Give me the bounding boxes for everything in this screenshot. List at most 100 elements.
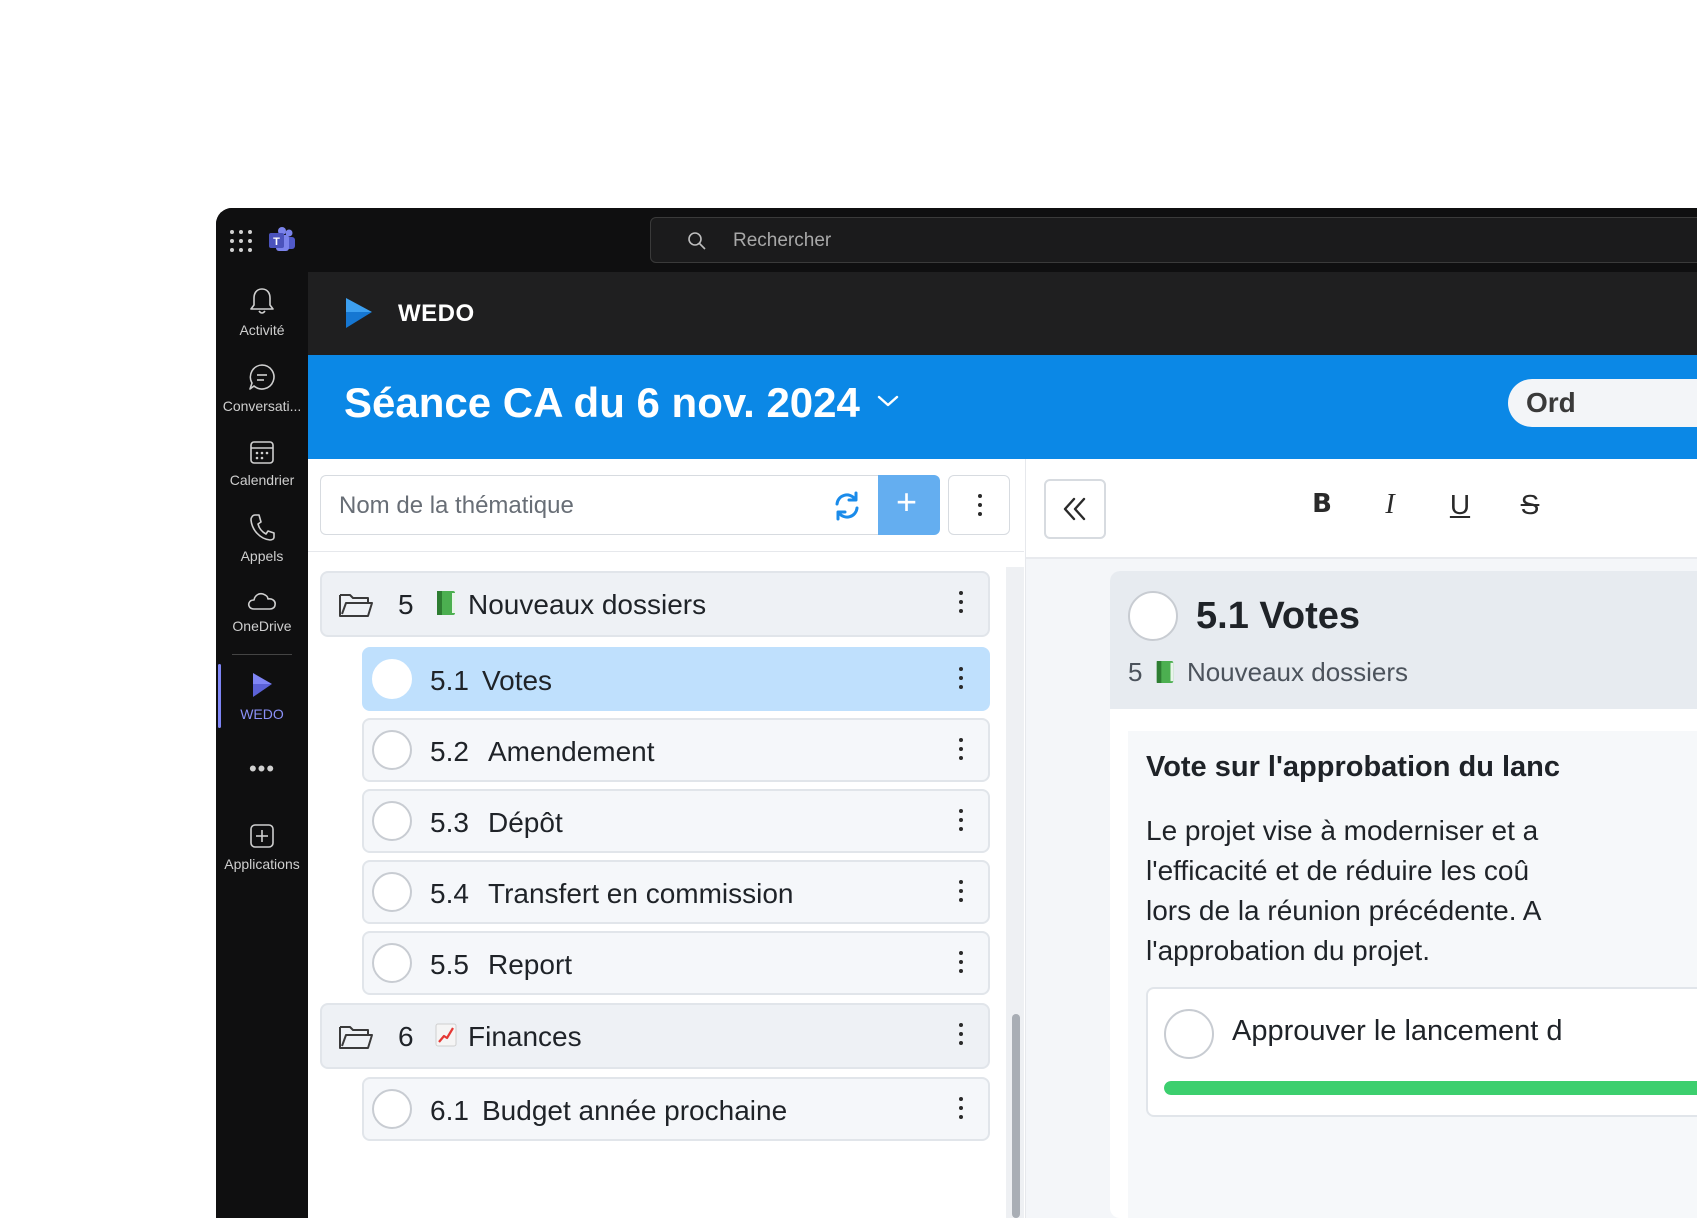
- detail-panel: B I U S 5.1 Votes 5 Nouveaux dossiers Vo…: [1026, 459, 1697, 1218]
- search-icon: [688, 232, 706, 250]
- topic-check-circle[interactable]: [372, 730, 412, 770]
- vote-option-radio[interactable]: [1164, 1009, 1214, 1059]
- chat-icon: [249, 364, 275, 390]
- topic-filter-placeholder: Nom de la thématique: [339, 492, 574, 519]
- topic-detail-parent[interactable]: 5 Nouveaux dossiers: [1128, 657, 1408, 688]
- meeting-banner: Séance CA du 6 nov. 2024 Ord: [308, 355, 1697, 459]
- parent-number: 5: [1128, 657, 1143, 687]
- italic-button[interactable]: I: [1370, 489, 1410, 521]
- rail-item-calendar[interactable]: Calendrier: [216, 438, 308, 488]
- rail-label-calendar: Calendrier: [229, 472, 295, 488]
- editor-toolbar: B I U S: [1026, 459, 1697, 559]
- topic-item-5-2[interactable]: 5.2 Amendement: [362, 718, 990, 782]
- kebab-icon[interactable]: [956, 667, 966, 693]
- chevron-down-icon[interactable]: [876, 393, 900, 409]
- vote-description-line: lors de la réunion précédente. A: [1146, 895, 1542, 926]
- topic-item-5-1[interactable]: 5.1 Votes: [362, 647, 990, 711]
- vote-option-label: Approuver le lancement d: [1232, 1015, 1563, 1047]
- underline-button[interactable]: U: [1440, 489, 1480, 521]
- folder-open-icon: [339, 594, 373, 617]
- topic-group-6[interactable]: 6 Finances: [320, 1003, 990, 1069]
- kebab-icon[interactable]: [956, 880, 966, 906]
- collapse-panel-button[interactable]: [1044, 479, 1106, 539]
- refresh-icon[interactable]: [831, 490, 863, 522]
- rail-more-button[interactable]: •••: [216, 756, 308, 782]
- search-input[interactable]: Rechercher: [650, 217, 1697, 263]
- topic-item-6-1[interactable]: 6.1 Budget année prochaine: [362, 1077, 990, 1141]
- vote-description-line: l'efficacité et de réduire les coû: [1146, 855, 1530, 886]
- rail-label-conversations: Conversati...: [222, 398, 302, 414]
- rail-item-applications[interactable]: Applications: [216, 822, 308, 872]
- topic-detail-header: 5.1 Votes 5 Nouveaux dossiers: [1110, 571, 1697, 709]
- group-label: Nouveaux dossiers: [468, 589, 707, 620]
- vote-progress-fill: [1164, 1081, 1697, 1095]
- rail-label-applications: Applications: [224, 856, 300, 872]
- app-header: WEDO: [308, 272, 1697, 355]
- wedo-app: WEDO Séance CA du 6 nov. 2024 Ord Nom de…: [308, 272, 1697, 1218]
- kebab-icon[interactable]: [956, 591, 966, 617]
- item-number: 5.3: [430, 807, 469, 838]
- topics-more-button[interactable]: [948, 475, 1010, 535]
- kebab-icon[interactable]: [956, 951, 966, 977]
- order-button-label: Ord: [1526, 387, 1576, 418]
- item-label: Budget année prochaine: [482, 1095, 788, 1126]
- scrollbar-thumb[interactable]: [1012, 1014, 1020, 1218]
- vote-description-line: l'approbation du projet.: [1146, 935, 1430, 966]
- topic-check-circle[interactable]: [372, 943, 412, 983]
- topic-filter-input[interactable]: Nom de la thématique: [320, 475, 880, 535]
- topic-item-5-4[interactable]: 5.4 Transfert en commission: [362, 860, 990, 924]
- add-topic-label: +: [896, 481, 918, 522]
- rail-item-conversations[interactable]: Conversati...: [216, 362, 308, 414]
- topic-detail-title: 5.1 Votes: [1196, 595, 1361, 637]
- rail-item-activity[interactable]: Activité: [216, 286, 308, 338]
- parent-label: Nouveaux dossiers: [1186, 657, 1409, 687]
- topic-item-5-3[interactable]: 5.3 Dépôt: [362, 789, 990, 853]
- green-book-icon: [437, 591, 455, 615]
- topic-detail-check-circle[interactable]: [1128, 591, 1178, 641]
- group-number: 6: [398, 1021, 414, 1052]
- meeting-title[interactable]: Séance CA du 6 nov. 2024: [344, 379, 860, 427]
- item-number: 5.5: [430, 949, 469, 980]
- topic-check-circle[interactable]: [372, 659, 412, 699]
- topic-item-5-5[interactable]: 5.5 Report: [362, 931, 990, 995]
- topic-check-circle[interactable]: [372, 801, 412, 841]
- rail-item-onedrive[interactable]: OneDrive: [216, 590, 308, 634]
- app-launcher-icon[interactable]: [230, 230, 252, 252]
- search-placeholder: Rechercher: [733, 230, 832, 251]
- order-button[interactable]: Ord: [1508, 379, 1697, 427]
- item-label: Report: [488, 949, 573, 980]
- kebab-icon[interactable]: [956, 809, 966, 835]
- left-app-rail: Activité Conversati... Calendrier Appels…: [216, 272, 308, 1218]
- topics-panel: Nom de la thématique + 5 Nouveaux dossie…: [308, 459, 1026, 1218]
- teams-logo-icon: T: [269, 227, 295, 251]
- topic-check-circle[interactable]: [372, 872, 412, 912]
- vote-description-line: Le projet vise à moderniser et a: [1146, 815, 1539, 846]
- item-number: 5.4: [430, 878, 469, 909]
- vote-option[interactable]: Approuver le lancement d: [1146, 987, 1697, 1117]
- kebab-icon[interactable]: [956, 1097, 966, 1123]
- phone-icon: [250, 514, 275, 541]
- topic-group-5[interactable]: 5 Nouveaux dossiers: [320, 571, 990, 637]
- more-icon: •••: [248, 756, 276, 781]
- rail-label-wedo: WEDO: [240, 706, 284, 722]
- add-topic-button[interactable]: +: [878, 475, 940, 535]
- chart-increasing-icon: [435, 1023, 457, 1047]
- item-number: 5.2: [430, 736, 469, 767]
- strikethrough-button[interactable]: S: [1510, 489, 1550, 521]
- calendar-icon: [250, 441, 274, 464]
- topic-check-circle[interactable]: [372, 1089, 412, 1129]
- rail-item-calls[interactable]: Appels: [216, 512, 308, 564]
- kebab-icon[interactable]: [956, 738, 966, 764]
- teams-window: T Rechercher Activité Conversati... Cale…: [216, 208, 1697, 1218]
- rail-label-calls: Appels: [240, 548, 284, 564]
- rail-label-onedrive: OneDrive: [232, 618, 292, 634]
- svg-text:T: T: [273, 236, 280, 248]
- bold-button[interactable]: B: [1302, 489, 1342, 519]
- double-chevron-left-icon: [1063, 497, 1086, 521]
- cloud-icon: [247, 592, 276, 610]
- kebab-icon: [975, 494, 985, 521]
- folder-open-icon: [339, 1026, 373, 1049]
- kebab-icon[interactable]: [956, 1023, 966, 1049]
- group-label: Finances: [468, 1021, 582, 1052]
- rail-item-wedo[interactable]: WEDO: [216, 670, 308, 722]
